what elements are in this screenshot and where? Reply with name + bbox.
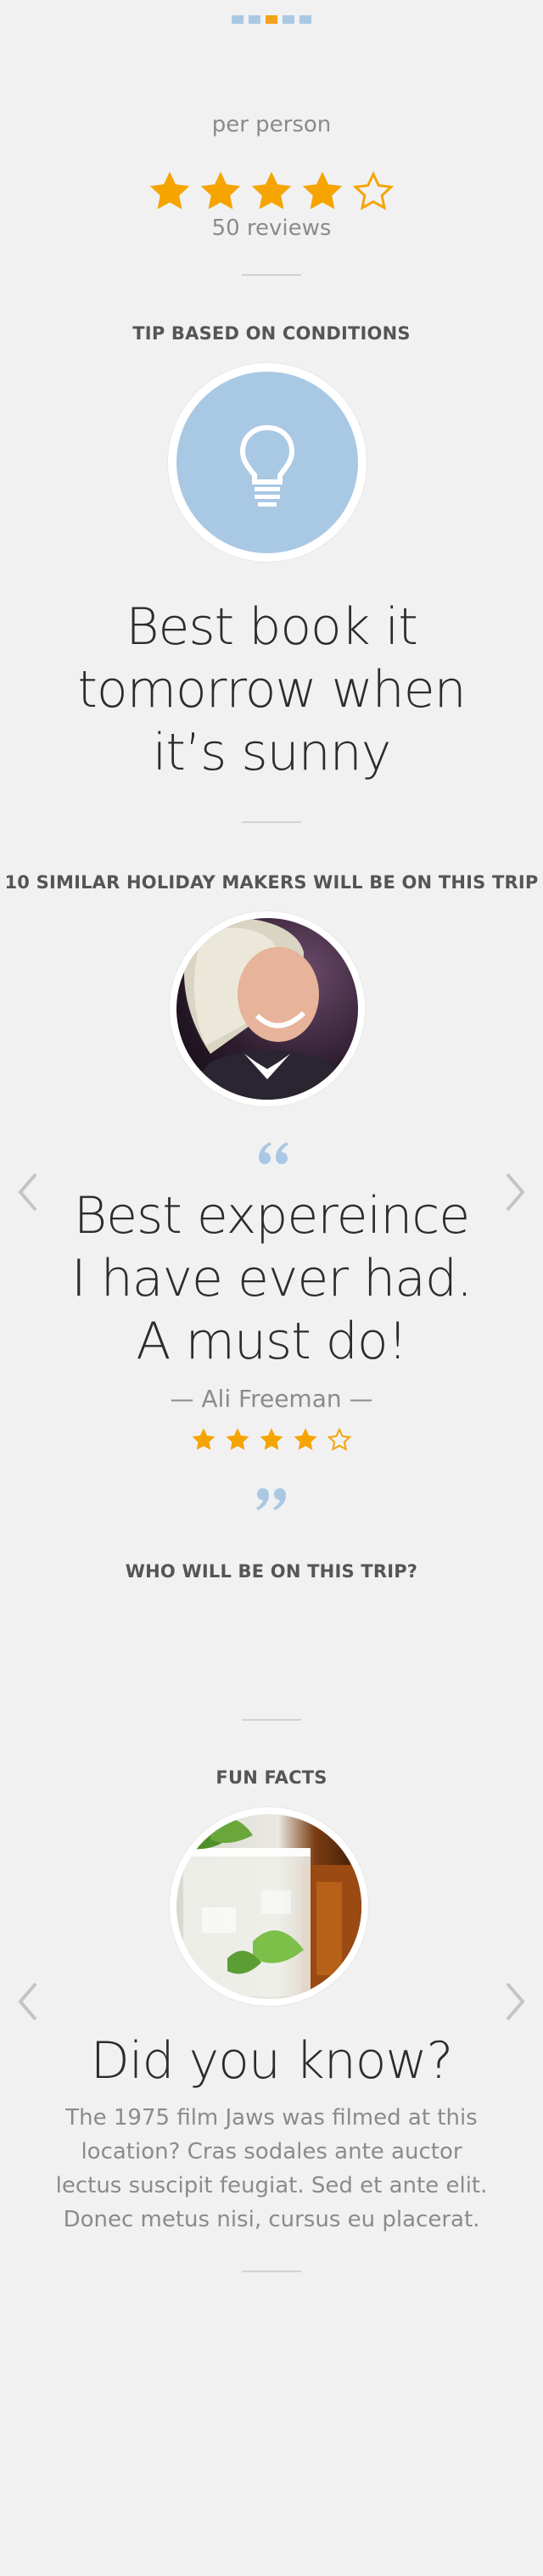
lightbulb-icon [236, 423, 299, 512]
star-filled-icon [249, 170, 294, 218]
tip-icon-circle [168, 363, 367, 562]
price-per-person-label: per person [211, 112, 332, 137]
fun-fact-image [170, 1807, 368, 2006]
star-filled-icon [198, 170, 244, 218]
cocktail-photo [176, 1814, 361, 1999]
tip-text: Best book it tomorrow when it’s sunny [77, 597, 466, 782]
testimonial-author: — Ali Freeman — [170, 1385, 373, 1413]
star-filled-icon [147, 170, 193, 218]
fun-facts-heading: FUN FACTS [216, 1767, 327, 1788]
star-empty-icon [350, 170, 396, 218]
tip-heading: TIP BASED ON CONDITIONS [132, 323, 411, 344]
fun-fact-body: The 1975 film Jaws was filmed at this lo… [55, 2105, 488, 2232]
chevron-left-icon[interactable] [15, 1980, 41, 2023]
who-heading: WHO WILL BE ON THIS TRIP? [125, 1561, 418, 1582]
avatar-photo [176, 918, 358, 1100]
reviews-count[interactable]: 50 reviews [0, 216, 543, 241]
page-dot[interactable] [299, 15, 311, 24]
chevron-right-icon[interactable] [502, 1980, 528, 2023]
page-dot[interactable] [249, 15, 260, 24]
page-dot[interactable] [283, 15, 294, 24]
divider [242, 2271, 301, 2272]
page-dot-active[interactable] [266, 15, 277, 24]
star-filled-icon [258, 1427, 285, 1457]
star-filled-icon [224, 1427, 251, 1457]
star-filled-icon [190, 1427, 217, 1457]
star-filled-icon [292, 1427, 319, 1457]
fun-fact-title: Did you know? [90, 2031, 454, 2091]
testimonial-rating [0, 1427, 543, 1457]
divider [242, 1719, 301, 1721]
close-quote-icon [256, 1488, 286, 1510]
divider [242, 821, 301, 823]
star-filled-icon [299, 170, 345, 218]
open-quote-icon [259, 1142, 288, 1164]
divider [242, 274, 301, 276]
page-dot[interactable] [232, 15, 244, 24]
similar-heading: 10 SIMILAR HOLIDAY MAKERS WILL BE ON THI… [4, 872, 539, 893]
rating-stars [0, 170, 543, 218]
testimonial-quote: Best expereince I have ever had. A must … [70, 1186, 473, 1371]
star-empty-icon [326, 1427, 353, 1457]
avatar[interactable] [170, 911, 365, 1106]
pagination-dots [0, 15, 543, 24]
